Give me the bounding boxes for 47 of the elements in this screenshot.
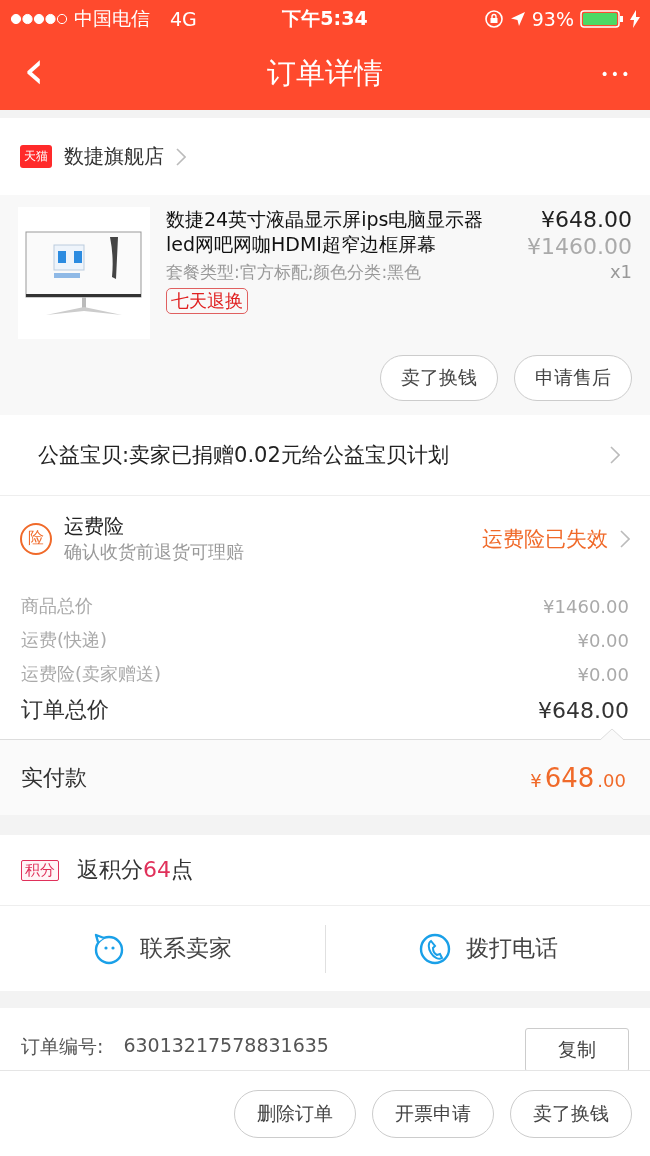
copy-button[interactable]: 复制 [525, 1028, 629, 1070]
contact-seller-button[interactable]: 联系卖家 [0, 906, 325, 991]
action-button[interactable]: 开票申请 [372, 1090, 494, 1138]
chevron-right-icon [610, 446, 620, 464]
original-price: ¥1460.00 [527, 234, 632, 259]
signal-icon [10, 12, 68, 25]
action-button[interactable]: 卖了换钱 [380, 355, 498, 401]
price-value: ¥648.00 [538, 697, 629, 723]
action-button[interactable]: 卖了换钱 [510, 1090, 632, 1138]
insurance-icon: 险 [20, 522, 52, 555]
price-label: 运费(快递) [21, 628, 108, 652]
action-button[interactable]: 删除订单 [234, 1090, 356, 1138]
price-label: 商品总价 [21, 594, 93, 618]
points-text: 返积分64点 [77, 856, 193, 884]
network-type: 4G [170, 7, 197, 30]
rotation-lock-icon [483, 8, 504, 29]
order-number-label: 订单编号: [21, 1034, 104, 1059]
store-badge: 天猫 [20, 145, 52, 168]
price-label: 订单总价 [21, 696, 109, 724]
page-title: 订单详情 [267, 54, 383, 92]
price-value: ¥0.00 [577, 663, 629, 685]
battery-percent: 93% [531, 7, 574, 30]
carrier-name: 中国电信 [74, 5, 150, 31]
chevron-right-icon [176, 147, 186, 166]
product-price: ¥648.00 [541, 207, 632, 232]
price-label: 运费险(卖家赠送) [21, 662, 162, 686]
insurance-subtitle: 确认收货前退货可理赔 [64, 540, 245, 564]
product-specs: 套餐类型:官方标配;颜色分类:黑色 [166, 261, 422, 284]
clock: 下午5:34 [282, 5, 368, 31]
points-badge: 积分 [21, 859, 59, 881]
price-value: ¥1460.00 [543, 595, 629, 617]
return-policy-tag: 七天退换 [166, 288, 248, 314]
price-value: ¥0.00 [577, 629, 629, 651]
phone-icon [417, 931, 452, 966]
action-button[interactable]: 申请售后 [514, 355, 632, 401]
location-arrow-icon [509, 10, 526, 27]
product-title[interactable]: 数捷24英寸液晶显示屏ips电脑显示器led网吧网咖HDMI超窄边框屏幕 [166, 207, 504, 257]
order-number: 63013217578831635 [123, 1034, 330, 1056]
store-name[interactable]: 数捷旗舰店 [64, 143, 164, 170]
chevron-right-icon [620, 529, 630, 548]
insurance-title: 运费险 [64, 513, 125, 540]
charging-bolt-icon [630, 9, 640, 28]
call-button[interactable]: 拨打电话 [325, 906, 650, 991]
paid-label: 实付款 [21, 763, 87, 792]
battery-icon [580, 9, 624, 28]
paid-amount: ¥648.00 [529, 762, 627, 793]
quantity: x1 [609, 261, 632, 282]
